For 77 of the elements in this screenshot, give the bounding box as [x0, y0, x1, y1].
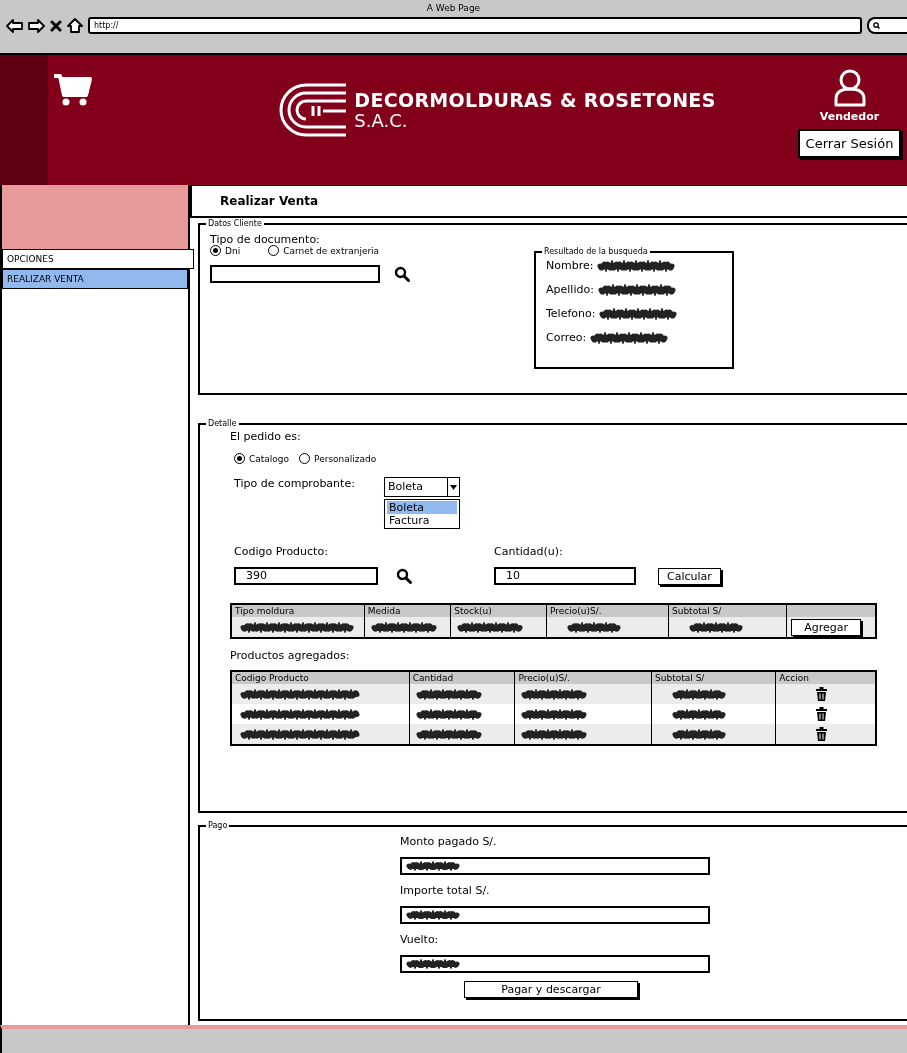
product-code-field[interactable]: 390 — [234, 567, 378, 585]
radio-button[interactable] — [299, 453, 311, 464]
dropdown-field[interactable]: Boleta — [383, 477, 460, 497]
field-label: Vuelto: — [400, 933, 440, 946]
scribble-drawing — [567, 621, 622, 633]
radio-button[interactable] — [234, 453, 245, 464]
cart-icon — [52, 73, 92, 107]
window-title: A Web Page — [425, 2, 482, 15]
brand-subtitle: S.A.C. — [354, 110, 409, 131]
fieldset-legend: Pago — [206, 820, 230, 832]
dropdown-option[interactable]: Boleta — [386, 501, 457, 514]
column-header: Subtotal S/ — [668, 604, 787, 617]
radio-label: Catalogo — [249, 453, 290, 464]
search-icon — [394, 266, 410, 282]
back-icon — [6, 18, 23, 33]
trash-icon — [816, 727, 828, 741]
field-label: Correo: — [546, 331, 587, 344]
trash-icon — [816, 707, 828, 721]
amount-field[interactable] — [400, 906, 710, 924]
sidebar-item[interactable]: REALIZAR VENTA — [2, 269, 188, 289]
dropdown-option[interactable]: Factura — [386, 514, 457, 527]
section-label: Productos agregados: — [230, 649, 351, 662]
amount-field[interactable] — [400, 955, 710, 973]
column-header: Tipo moldura — [231, 604, 365, 617]
search-field[interactable] — [867, 17, 907, 34]
scribble-drawing — [672, 708, 727, 720]
field-label: Importe total S/. — [400, 884, 491, 897]
sidebar-item[interactable]: OPCIONES — [2, 249, 194, 269]
caret-icon — [449, 484, 457, 490]
scribble-drawing — [672, 688, 727, 700]
field-label: Apellido: — [546, 283, 594, 296]
field-label: Tipo de documento: — [210, 233, 321, 246]
address-field[interactable]: http:// — [88, 17, 862, 34]
column-header: Cantidad — [409, 671, 515, 684]
calculate-button[interactable]: Calcular — [658, 567, 721, 585]
field-label: El pedido es: — [230, 430, 302, 443]
amount-field[interactable] — [400, 857, 710, 875]
home-icon — [67, 18, 83, 33]
scribble-drawing — [406, 861, 462, 871]
search-icon — [873, 22, 880, 29]
field-label: Telefono: — [546, 307, 596, 320]
trash-icon — [816, 687, 828, 701]
column-header: Stock(u) — [450, 604, 547, 617]
document-input-field[interactable] — [210, 265, 380, 283]
column-header: Codigo Producto — [231, 671, 410, 684]
column-header: Subtotal S/ — [651, 671, 776, 684]
scribble-drawing — [406, 959, 462, 969]
field-label: Codigo Producto: — [234, 545, 329, 558]
user-name: Vendedor — [819, 110, 880, 123]
column-header: Medida — [364, 604, 451, 617]
fieldset-legend: Resultado de la busqueda — [542, 246, 650, 258]
column-header: Precio(u)S/. — [514, 671, 652, 684]
scribble-drawing — [406, 910, 462, 920]
close-icon — [50, 19, 62, 32]
radio-label: Carnet de extranjeria — [283, 245, 380, 256]
add-button[interactable]: Agregar — [791, 618, 861, 636]
radio-button[interactable] — [268, 245, 280, 256]
radio-label: Dni — [225, 245, 241, 256]
forward-icon — [28, 18, 45, 33]
radio-button[interactable] — [210, 245, 221, 256]
search-icon — [396, 568, 412, 584]
column-header: Precio(u)S/. — [546, 604, 669, 617]
field-label: Cantidad(u): — [494, 545, 564, 558]
field-label: Tipo de comprobante: — [234, 477, 355, 492]
logout-button[interactable]: Cerrar Sesión — [797, 129, 902, 158]
scribble-drawing — [688, 621, 743, 633]
quantity-field[interactable]: 10 — [494, 567, 636, 585]
scribble-drawing — [672, 728, 727, 740]
brand-name: DECORMOLDURAS & ROSETONES — [354, 89, 716, 111]
field-label: Nombre: — [546, 259, 594, 272]
radio-label: Personalizado — [314, 453, 377, 464]
user-icon — [832, 69, 867, 107]
column-header: Accion — [775, 671, 876, 684]
page-title: Realizar Venta — [190, 184, 907, 218]
field-label: Monto pagado S/. — [400, 835, 498, 848]
dropdown-value: Boleta — [386, 479, 425, 495]
pay-button[interactable]: Pagar y descargar — [464, 981, 638, 998]
